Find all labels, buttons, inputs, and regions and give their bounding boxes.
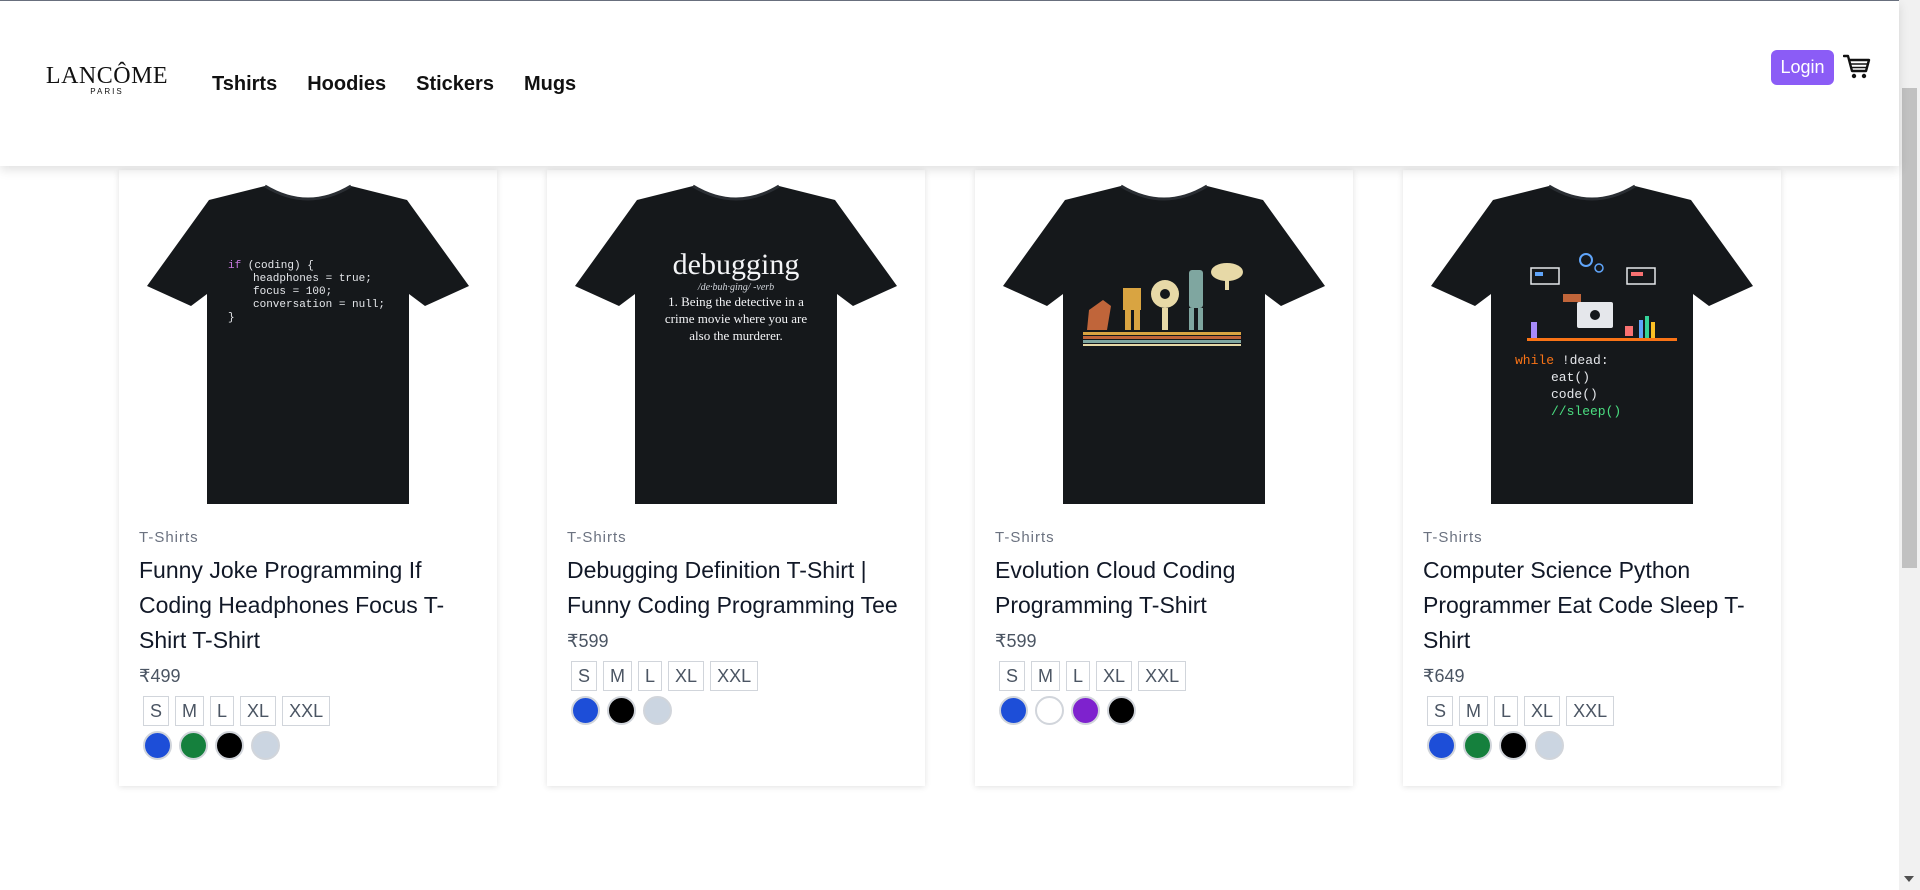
product-price: ₹499 (139, 666, 181, 686)
color-swatch-blue[interactable] (143, 731, 172, 760)
print-line-1: (coding) { (241, 260, 314, 272)
size-xl[interactable]: XL (1096, 661, 1133, 691)
color-swatch-blue[interactable] (1427, 731, 1456, 760)
brand-name: LANCÔME (45, 63, 169, 89)
print-line-5: } (228, 312, 235, 324)
size-options: S M L XL XXL (1427, 696, 1615, 726)
product-card[interactable]: debugging /de·buh·ging/ -verb 1. Being t… (547, 170, 925, 786)
size-m[interactable]: M (175, 696, 205, 726)
main-nav: Tshirts Hoodies Stickers Mugs (212, 73, 576, 96)
size-s[interactable]: S (571, 661, 598, 691)
product-title[interactable]: Funny Joke Programming If Coding Headpho… (139, 553, 479, 658)
product-title[interactable]: Evolution Cloud Coding Programming T-Shi… (995, 553, 1335, 623)
print-line-2: headphones = true; (253, 273, 372, 285)
size-options: S M L XL XXL (143, 696, 331, 726)
product-card[interactable]: if (coding) { headphones = true; focus =… (119, 170, 497, 786)
color-swatch-green[interactable] (179, 731, 208, 760)
scroll-down-arrow[interactable] (1904, 876, 1914, 882)
svg-text:if (coding) {: if (coding) { (228, 260, 314, 272)
print-code-2: eat() (1551, 370, 1590, 385)
print-code-4: //sleep() (1551, 404, 1621, 419)
size-l[interactable]: L (638, 661, 663, 691)
size-xl[interactable]: XL (240, 696, 277, 726)
color-options (1427, 731, 1564, 760)
color-options (999, 696, 1136, 725)
product-title[interactable]: Debugging Definition T-Shirt | Funny Cod… (567, 553, 907, 623)
print-definition-1: 1. Being the detective in a (668, 294, 804, 309)
color-swatch-green[interactable] (1463, 731, 1492, 760)
color-swatch-black[interactable] (215, 731, 244, 760)
size-options: S M L XL XXL (999, 661, 1187, 691)
print-code-3: code() (1551, 387, 1598, 402)
size-m[interactable]: M (1459, 696, 1489, 726)
print-line-4: conversation = null; (253, 299, 385, 311)
size-m[interactable]: M (1031, 661, 1061, 691)
product-image[interactable]: while !dead: eat() code() //sleep() (1431, 182, 1753, 504)
product-image[interactable]: if (coding) { headphones = true; focus =… (147, 182, 469, 504)
product-category: T-Shirts (567, 529, 627, 546)
print-heading: debugging (673, 248, 800, 281)
product-category: T-Shirts (139, 529, 199, 546)
brand-logo[interactable]: LANCÔME PARIS (40, 63, 174, 99)
color-swatch-gray[interactable] (251, 731, 280, 760)
size-s[interactable]: S (143, 696, 170, 726)
size-m[interactable]: M (603, 661, 633, 691)
size-xxl[interactable]: XXL (1566, 696, 1615, 726)
nav-link-stickers[interactable]: Stickers (416, 73, 494, 96)
login-button[interactable]: Login (1771, 50, 1834, 85)
print-definition-2: crime movie where you are (665, 311, 807, 326)
color-swatch-white[interactable] (1035, 696, 1064, 725)
product-category: T-Shirts (1423, 529, 1483, 546)
size-s[interactable]: S (999, 661, 1026, 691)
color-options (571, 696, 672, 725)
product-title[interactable]: Computer Science Python Programmer Eat C… (1423, 553, 1763, 658)
nav-link-mugs[interactable]: Mugs (524, 73, 576, 96)
color-swatch-gray[interactable] (643, 696, 672, 725)
print-line-3: focus = 100; (253, 286, 332, 298)
nav-link-hoodies[interactable]: Hoodies (307, 73, 386, 96)
product-price: ₹599 (567, 631, 609, 651)
print-definition-3: also the murderer. (689, 328, 783, 343)
nav-link-tshirts[interactable]: Tshirts (212, 73, 277, 96)
size-l[interactable]: L (1066, 661, 1091, 691)
product-price: ₹649 (1423, 666, 1465, 686)
size-xl[interactable]: XL (668, 661, 705, 691)
size-options: S M L XL XXL (571, 661, 759, 691)
svg-text:while !dead:: while !dead: (1515, 353, 1609, 368)
size-xxl[interactable]: XXL (710, 661, 759, 691)
navbar: LANCÔME PARIS Tshirts Hoodies Stickers M… (0, 1, 1899, 166)
size-xxl[interactable]: XXL (1138, 661, 1187, 691)
color-swatch-black[interactable] (1107, 696, 1136, 725)
color-swatch-blue[interactable] (999, 696, 1028, 725)
print-phonetic: /de·buh·ging/ -verb (697, 282, 774, 293)
size-xl[interactable]: XL (1524, 696, 1561, 726)
color-swatch-gray[interactable] (1535, 731, 1564, 760)
color-options (143, 731, 280, 760)
color-swatch-black[interactable] (1499, 731, 1528, 760)
scrollbar-thumb[interactable] (1902, 88, 1917, 568)
product-image[interactable]: debugging /de·buh·ging/ -verb 1. Being t… (575, 182, 897, 504)
size-xxl[interactable]: XXL (282, 696, 331, 726)
product-image[interactable] (1003, 182, 1325, 504)
cart-icon[interactable] (1842, 54, 1871, 80)
product-price: ₹599 (995, 631, 1037, 651)
color-swatch-black[interactable] (607, 696, 636, 725)
color-swatch-blue[interactable] (571, 696, 600, 725)
size-l[interactable]: L (1494, 696, 1519, 726)
color-swatch-purple[interactable] (1071, 696, 1100, 725)
product-card[interactable]: while !dead: eat() code() //sleep() T-Sh… (1403, 170, 1781, 786)
size-l[interactable]: L (210, 696, 235, 726)
product-card[interactable]: T-Shirts Evolution Cloud Coding Programm… (975, 170, 1353, 786)
size-s[interactable]: S (1427, 696, 1454, 726)
product-category: T-Shirts (995, 529, 1055, 546)
